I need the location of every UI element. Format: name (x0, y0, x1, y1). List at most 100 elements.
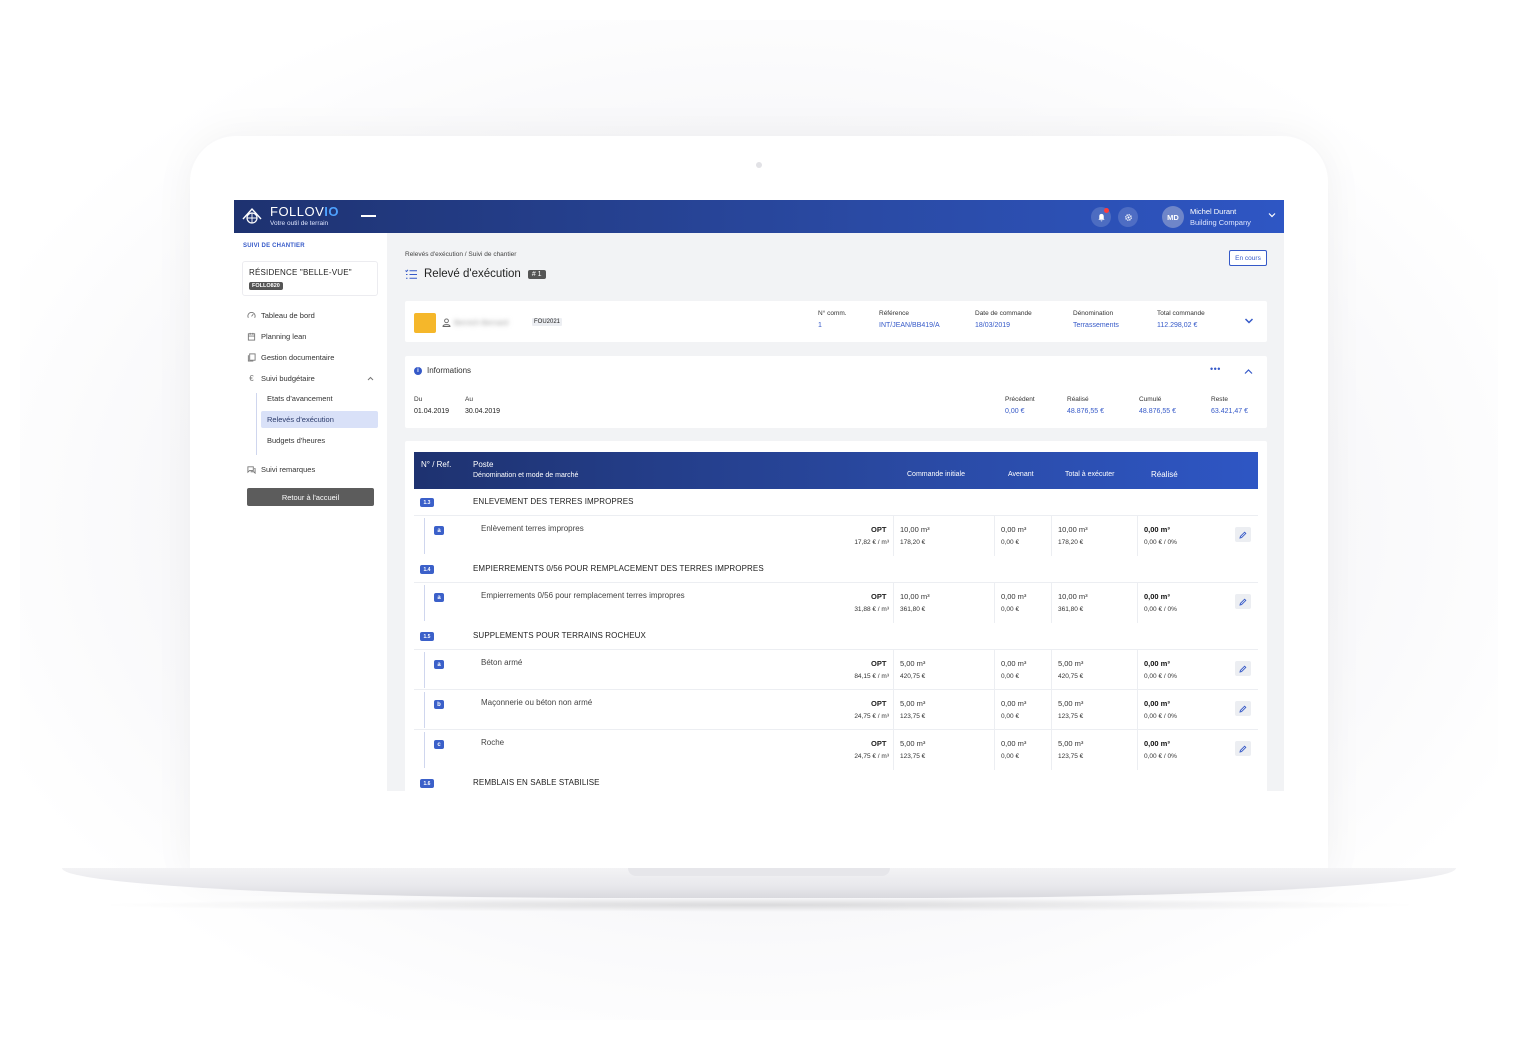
chevron-down-icon[interactable] (1268, 211, 1276, 219)
info-icon: i (414, 366, 422, 375)
column-separator (893, 516, 894, 556)
notifications-button[interactable] (1091, 207, 1111, 227)
more-options-button[interactable]: ••• (1210, 364, 1221, 374)
column-separator (1137, 730, 1138, 770)
avatar[interactable]: MD (1162, 206, 1184, 228)
total-remaining: Reste 63.421,47 € (1211, 396, 1248, 415)
chevron-up-icon[interactable] (367, 376, 374, 381)
amount-value: 420,75 € (900, 673, 926, 680)
column-total-executer[interactable]: Total à exécuter (1065, 471, 1114, 478)
column-separator (994, 650, 995, 690)
table-row[interactable]: a Enlèvement terres impropres OPT 17,82 € /… (414, 515, 1258, 556)
column-separator (994, 516, 995, 556)
total-value: 63.421,47 € (1211, 408, 1248, 415)
column-avenant[interactable]: Avenant (1008, 471, 1034, 478)
edit-row-button[interactable] (1235, 701, 1251, 716)
column-separator (994, 690, 995, 730)
order-field-number: N° comm. 1 (818, 310, 847, 329)
sidebar-item-remarks[interactable]: Suivi remarques (247, 463, 315, 475)
amount-value: 0,00 € / 0% (1144, 539, 1177, 546)
quantity-value: 10,00 m³ (900, 525, 930, 534)
column-separator (1137, 690, 1138, 730)
quantity-value: 5,00 m³ (900, 739, 926, 748)
item-name: Béton armé (481, 658, 523, 667)
submenu-line (256, 393, 257, 455)
cell-total: 5,00 m³ 420,75 € (1058, 659, 1083, 680)
column-separator (1051, 690, 1052, 730)
order-field-value[interactable]: INT/JEAN/BB419/A (879, 322, 940, 329)
item-name: Maçonnerie ou béton non armé (481, 698, 593, 707)
column-ref[interactable]: N° / Ref. (421, 460, 451, 469)
edit-row-button[interactable] (1235, 527, 1251, 542)
total-label: Précédent (1005, 396, 1035, 403)
column-separator (994, 730, 995, 770)
total-label: Cumulé (1139, 396, 1162, 403)
quantity-value: 0,00 m³ (1144, 699, 1170, 708)
market-mode: OPT (871, 659, 887, 668)
table-row[interactable]: c Roche OPT 24,75 € / m³ 5,00 m³ 123,75 € 0,00… (414, 729, 1258, 770)
logo-icon (242, 207, 262, 224)
status-badge[interactable]: En cours (1229, 250, 1267, 266)
section-title: REMBLAIS EN SABLE STABILISE (473, 778, 600, 787)
app-screen: FOLLOVIO Votre outil de terrain MD Miche… (234, 200, 1284, 791)
quantity-value: 0,00 m³ (1001, 739, 1027, 748)
sidebar-subitem-releves[interactable]: Relevés d'exécution (261, 411, 378, 428)
period-from: Du 01.04.2019 (414, 396, 449, 415)
quantity-value: 10,00 m³ (900, 592, 930, 601)
order-field-value[interactable]: 18/03/2019 (975, 322, 1032, 329)
cell-commande: 5,00 m³ 123,75 € (900, 699, 925, 720)
menu-toggle-button[interactable] (361, 215, 376, 217)
back-home-button[interactable]: Retour à l'accueil (247, 488, 374, 506)
item-ref-badge: a (434, 660, 444, 669)
table-row[interactable]: a Empierrements 0/56 pour remplacement te… (414, 582, 1258, 623)
sidebar-item-label: Planning lean (261, 331, 307, 341)
chevron-up-icon[interactable] (1244, 368, 1253, 375)
main-content: Relevés d'exécution / Suivi de chantier … (387, 233, 1284, 791)
cell-realise: 0,00 m³ 0,00 € / 0% (1144, 659, 1177, 680)
sidebar-subitem-budgets-heures[interactable]: Budgets d'heures (261, 432, 378, 449)
table-row[interactable]: b Maçonnerie ou béton non armé OPT 24,75 € … (414, 689, 1258, 730)
settings-button[interactable] (1118, 207, 1138, 227)
order-field-denomination: Dénomination Terrassements (1073, 310, 1119, 329)
project-code-badge: FOLLO820 (249, 282, 283, 290)
sidebar-subitem-etats[interactable]: Etats d'avancement (261, 390, 378, 407)
item-ref-badge: a (434, 526, 444, 535)
table-header: N° / Ref. Poste Dénomination et mode de … (414, 452, 1258, 489)
supplier-color-swatch (414, 313, 436, 333)
market-mode: OPT (871, 525, 887, 534)
order-field-value[interactable]: 112.298,02 € (1157, 322, 1205, 329)
breadcrumb[interactable]: Relevés d'exécution / Suivi de chantier (405, 251, 516, 258)
column-realise[interactable]: Réalisé (1151, 470, 1178, 479)
order-field-label: N° comm. (818, 310, 847, 317)
column-commande-initiale[interactable]: Commande initiale (907, 471, 965, 478)
quantity-value: 5,00 m³ (900, 699, 926, 708)
total-label: Réalisé (1067, 396, 1089, 403)
cell-avenant: 0,00 m³ 0,00 € (1001, 699, 1026, 720)
amount-value: 361,80 € (900, 606, 926, 613)
order-field-reference: Référence INT/JEAN/BB419/A (879, 310, 940, 329)
unit-price: 24,75 € / m³ (854, 713, 889, 720)
order-field-label: Dénomination (1073, 310, 1114, 317)
section-title: ENLEVEMENT DES TERRES IMPROPRES (473, 497, 634, 506)
sidebar-item-budget[interactable]: € Suivi budgétaire (247, 372, 315, 384)
column-poste[interactable]: Poste (473, 460, 493, 469)
table-section-row: 1.5 SUPPLEMENTS POUR TERRAINS ROCHEUX (414, 625, 1258, 647)
chevron-down-icon[interactable] (1244, 317, 1254, 325)
order-field-value[interactable]: 1 (818, 322, 847, 329)
sidebar-item-planning[interactable]: Planning lean (247, 330, 306, 342)
edit-row-button[interactable] (1235, 661, 1251, 676)
user-name[interactable]: Michel Durant (1190, 207, 1236, 216)
edit-row-button[interactable] (1235, 741, 1251, 756)
quantity-value: 0,00 m³ (1001, 592, 1027, 601)
table-row[interactable]: a Béton armé OPT 84,15 € / m³ 5,00 m³ 420,75 … (414, 649, 1258, 690)
sidebar-item-documents[interactable]: Gestion documentaire (247, 351, 334, 363)
order-card: Bernich Bernard FOU2021 N° comm. 1 Référ… (405, 301, 1267, 342)
amount-value: 123,75 € (1058, 753, 1084, 760)
section-ref-badge: 1.3 (420, 498, 434, 507)
sidebar-item-dashboard[interactable]: Tableau de bord (247, 309, 315, 321)
edit-row-button[interactable] (1235, 594, 1251, 609)
quantity-value: 5,00 m³ (1058, 699, 1084, 708)
item-ref-badge: a (434, 593, 444, 602)
project-card[interactable]: RÉSIDENCE "BELLE-VUE" FOLLO820 (242, 261, 378, 296)
order-field-value[interactable]: Terrassements (1073, 322, 1119, 329)
